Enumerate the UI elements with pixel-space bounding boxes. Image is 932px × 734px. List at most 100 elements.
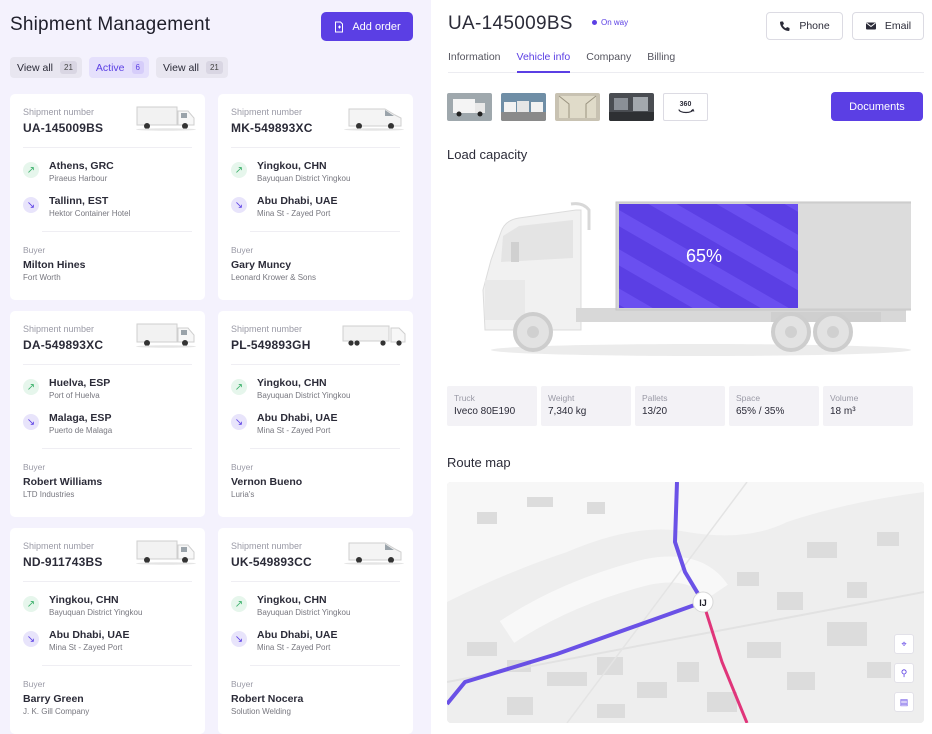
- arrow-up-right-icon: ↗: [23, 162, 39, 178]
- map-canvas: IJ: [447, 482, 924, 723]
- rotate-360-icon: [677, 108, 694, 113]
- filter-active[interactable]: Active 6: [88, 57, 149, 78]
- buyer-label: Buyer: [231, 679, 254, 689]
- divider: [23, 364, 192, 365]
- filter-label: Active: [95, 61, 125, 74]
- destination-stop: ↘ Abu Dhabi, UAE Mina St - Zayed Port: [231, 629, 338, 652]
- shipment-card[interactable]: Shipment number ND-911743BS ↗ Yingkou, C…: [10, 528, 205, 734]
- buyer-company: Luria's: [231, 490, 255, 499]
- spec-label: Pallets: [642, 393, 668, 403]
- divider: [231, 364, 400, 365]
- filter-view-all[interactable]: View all 21: [10, 57, 82, 78]
- map-pin-icon: ⚲: [900, 667, 908, 678]
- load-capacity-title: Load capacity: [447, 147, 528, 162]
- arrow-down-right-icon: ↘: [23, 631, 39, 647]
- destination-city: Abu Dhabi, UAE: [257, 629, 338, 641]
- arrow-up-right-icon: ↗: [231, 162, 247, 178]
- shipment-id: UA-145009BS: [448, 13, 573, 34]
- arrow-down-right-icon: ↘: [231, 197, 247, 213]
- divider: [250, 231, 400, 232]
- destination-stop: ↘ Tallinn, EST Hektor Container Hotel: [23, 195, 130, 218]
- documents-button[interactable]: Documents: [831, 92, 923, 121]
- destination-place: Puerto de Malaga: [49, 426, 113, 435]
- vehicle-photo-thumbnail[interactable]: [447, 93, 492, 121]
- tab-information[interactable]: Information: [448, 50, 501, 73]
- map-layers-icon: ▤: [899, 696, 909, 707]
- shipment-number: MK-549893XC: [231, 121, 313, 135]
- shipment-detail-panel: UA-145009BS On way Phone Email Informati…: [431, 0, 932, 734]
- vehicle-truck-image: [133, 539, 199, 565]
- destination-place: Mina St - Zayed Port: [49, 643, 123, 652]
- shipment-card[interactable]: Shipment number DA-549893XC ↗ Huelva, ES…: [10, 311, 205, 517]
- buyer-label: Buyer: [231, 245, 254, 255]
- origin-city: Yingkou, CHN: [49, 594, 119, 606]
- origin-stop: ↗ Yingkou, CHN Bayuquan District Yingkou: [231, 594, 350, 617]
- destination-city: Abu Dhabi, UAE: [49, 629, 130, 641]
- buyer-company: Solution Welding: [231, 707, 291, 716]
- filter-count: 6: [131, 61, 144, 74]
- load-percent-label: 65%: [686, 246, 722, 266]
- route-map[interactable]: IJ ⌖ ⚲ ▤: [447, 482, 924, 723]
- spec-value: 7,340 kg: [548, 406, 587, 417]
- origin-city: Yingkou, CHN: [257, 377, 327, 389]
- arrow-down-right-icon: ↘: [23, 414, 39, 430]
- truck-location-marker-label: IJ: [699, 598, 707, 608]
- vehicle-van-image: [341, 105, 407, 131]
- route-map-title: Route map: [447, 455, 511, 470]
- shipment-card[interactable]: Shipment number PL-549893GH ↗ Yingkou, C…: [218, 311, 413, 517]
- shipment-card[interactable]: Shipment number UA-145009BS ↗ Athens, GR…: [10, 94, 205, 300]
- origin-stop: ↗ Yingkou, CHN Bayuquan District Yingkou: [231, 160, 350, 183]
- tab-billing[interactable]: Billing: [647, 50, 675, 73]
- shipment-number-label: Shipment number: [231, 107, 303, 117]
- arrow-up-right-icon: ↗: [231, 379, 247, 395]
- vehicle-photo-thumbnail[interactable]: [609, 93, 654, 121]
- origin-place: Port of Huelva: [49, 391, 100, 400]
- focus-location-button[interactable]: ⌖: [894, 634, 914, 654]
- buyer-name: Barry Green: [23, 693, 84, 705]
- phone-button[interactable]: Phone: [766, 12, 843, 40]
- add-order-button[interactable]: Add order: [321, 12, 413, 41]
- vehicle-photo-thumbnail[interactable]: [555, 93, 600, 121]
- origin-city: Yingkou, CHN: [257, 594, 327, 606]
- spec-label: Truck: [454, 393, 475, 403]
- focus-icon: ⌖: [901, 638, 907, 649]
- vehicle-photo-thumbnail[interactable]: [501, 93, 546, 121]
- tab-company[interactable]: Company: [586, 50, 631, 73]
- tab-vehicle-info[interactable]: Vehicle info: [516, 50, 571, 73]
- buyer-name: Gary Muncy: [231, 259, 292, 271]
- shipment-number-label: Shipment number: [231, 324, 303, 334]
- shipment-number: UA-145009BS: [23, 121, 104, 135]
- origin-place: Bayuquan District Yingkou: [257, 174, 351, 183]
- arrow-up-right-icon: ↗: [23, 596, 39, 612]
- view-360-button[interactable]: 360: [663, 93, 708, 121]
- email-label: Email: [884, 20, 912, 32]
- shipment-card[interactable]: Shipment number MK-549893XC ↗ Yingkou, C…: [218, 94, 413, 300]
- destination-place: Hektor Container Hotel: [49, 209, 131, 218]
- shipment-card[interactable]: Shipment number UK-549893CC ↗ Yingkou, C…: [218, 528, 413, 734]
- truck-load-illustration: 65%: [482, 201, 911, 356]
- vehicle-van-image: [341, 539, 407, 565]
- shipment-list-panel: Shipment Management Add order View all 21…: [0, 0, 431, 734]
- vehicle-semi-image: [341, 322, 407, 348]
- buyer-name: Milton Hines: [23, 259, 86, 271]
- locate-pin-button[interactable]: ⚲: [894, 663, 914, 683]
- vehicle-truck-image: [133, 322, 199, 348]
- shipment-number-label: Shipment number: [23, 107, 95, 117]
- shipment-number: ND-911743BS: [23, 555, 103, 569]
- divider: [42, 665, 192, 666]
- email-button[interactable]: Email: [852, 12, 924, 40]
- divider: [231, 581, 400, 582]
- spec-pallets: Pallets 13/20: [635, 386, 725, 426]
- buyer-company: LTD Industries: [23, 490, 75, 499]
- filter-view-all-2[interactable]: View all 21: [155, 57, 228, 78]
- status-badge: On way: [592, 18, 628, 27]
- buyer-name: Vernon Bueno: [231, 476, 303, 488]
- map-layers-button[interactable]: ▤: [894, 692, 914, 712]
- destination-place: Mina St - Zayed Port: [257, 426, 331, 435]
- phone-label: Phone: [799, 20, 830, 32]
- buyer-company: Leonard Krower & Sons: [231, 273, 316, 282]
- origin-stop: ↗ Yingkou, CHN Bayuquan District Yingkou: [23, 594, 142, 617]
- vehicle-photo-strip: 360: [447, 93, 708, 121]
- shipment-number-label: Shipment number: [231, 541, 303, 551]
- destination-stop: ↘ Malaga, ESP Puerto de Malaga: [23, 412, 112, 435]
